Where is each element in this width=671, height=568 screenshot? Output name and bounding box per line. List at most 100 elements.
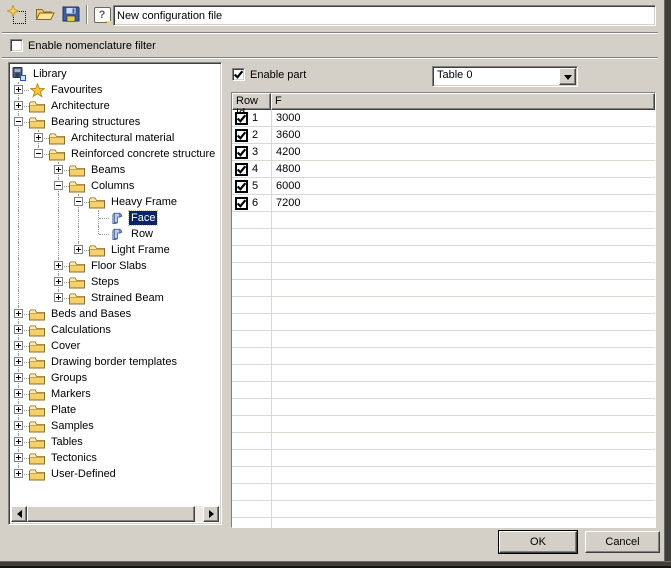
tree-item-label[interactable]: Groups <box>49 371 89 385</box>
expand-plus-icon[interactable] <box>54 293 63 302</box>
tree-item-favourites[interactable]: Favourites <box>9 82 221 98</box>
tree-item-drawing-border-templates[interactable]: Drawing border templates <box>9 354 221 370</box>
expand-plus-icon[interactable] <box>14 309 23 318</box>
tree-item-label[interactable]: Drawing border templates <box>49 355 179 369</box>
tree-item-label[interactable]: Calculations <box>49 323 113 337</box>
tree-item-label[interactable]: Bearing structures <box>49 115 142 129</box>
tree-item-calculations[interactable]: Calculations <box>9 322 221 338</box>
expand-plus-icon[interactable] <box>54 165 63 174</box>
new-file-button[interactable] <box>6 4 28 26</box>
tree-item-label[interactable]: Tables <box>49 435 85 449</box>
scroll-right-button[interactable] <box>203 506 219 522</box>
tree-item-label[interactable]: Beds and Bases <box>49 307 133 321</box>
configuration-name-input[interactable] <box>113 5 656 26</box>
column-header-row-id[interactable]: Row Id <box>232 93 271 110</box>
tree-item-beds-and-bases[interactable]: Beds and Bases <box>9 306 221 322</box>
tree-item-tectonics[interactable]: Tectonics <box>9 450 221 466</box>
scrollbar-track[interactable] <box>195 506 203 522</box>
expand-plus-icon[interactable] <box>54 277 63 286</box>
tree-item-label[interactable]: Favourites <box>49 83 104 97</box>
save-button[interactable] <box>60 4 82 26</box>
tree-item-label[interactable]: Architecture <box>49 99 112 113</box>
tree-item-bearing-structures[interactable]: Bearing structures <box>9 114 221 130</box>
collapse-minus-icon[interactable] <box>34 149 43 158</box>
table-select-dropdown[interactable]: Table 0 <box>432 66 578 87</box>
table-row[interactable]: 13000 <box>232 110 655 127</box>
tree-item-label[interactable]: Light Frame <box>109 243 172 257</box>
help-button[interactable]: ? <box>91 4 113 26</box>
tree-item-label[interactable]: User-Defined <box>49 467 118 481</box>
expand-plus-icon[interactable] <box>14 341 23 350</box>
expand-plus-icon[interactable] <box>14 325 23 334</box>
row-checkbox[interactable] <box>235 146 248 159</box>
tree-item-label[interactable]: Cover <box>49 339 82 353</box>
tree-item-label[interactable]: Beams <box>89 163 127 177</box>
tree-item-tables[interactable]: Tables <box>9 434 221 450</box>
tree-item-architecture[interactable]: Architecture <box>9 98 221 114</box>
tree-item-label[interactable]: Markers <box>49 387 93 401</box>
scroll-left-button[interactable] <box>11 506 27 522</box>
tree-item-label[interactable]: Library <box>31 67 69 81</box>
row-checkbox[interactable] <box>235 112 248 125</box>
expand-plus-icon[interactable] <box>14 421 23 430</box>
table-row[interactable]: 34200 <box>232 144 655 161</box>
open-button[interactable] <box>34 4 56 26</box>
table-row[interactable]: 23600 <box>232 127 655 144</box>
tree-item-label[interactable]: Heavy Frame <box>109 195 179 209</box>
tree-item-columns[interactable]: Columns <box>9 178 221 194</box>
tree-item-groups[interactable]: Groups <box>9 370 221 386</box>
table-row[interactable]: 44800 <box>232 161 655 178</box>
tree-item-label[interactable]: Row <box>129 227 155 241</box>
tree-item-beams[interactable]: Beams <box>9 162 221 178</box>
tree-item-steps[interactable]: Steps <box>9 274 221 290</box>
expand-plus-icon[interactable] <box>14 469 23 478</box>
tree-item-face[interactable]: Face <box>9 210 221 226</box>
tree-item-label[interactable]: Plate <box>49 403 78 417</box>
tree-item-label[interactable]: Tectonics <box>49 451 99 465</box>
collapse-minus-icon[interactable] <box>74 197 83 206</box>
collapse-minus-icon[interactable] <box>54 181 63 190</box>
row-checkbox[interactable] <box>235 163 248 176</box>
tree-item-label[interactable]: Face <box>129 211 157 225</box>
tree-item-samples[interactable]: Samples <box>9 418 221 434</box>
tree-item-label[interactable]: Steps <box>89 275 121 289</box>
column-header-f[interactable]: F <box>271 93 655 110</box>
collapse-minus-icon[interactable] <box>14 117 23 126</box>
tree-horizontal-scrollbar[interactable] <box>11 506 219 522</box>
tree-item-row[interactable]: Row <box>9 226 221 242</box>
tree-item-strained-beam[interactable]: Strained Beam <box>9 290 221 306</box>
expand-plus-icon[interactable] <box>74 245 83 254</box>
table-row[interactable]: 67200 <box>232 195 655 212</box>
expand-plus-icon[interactable] <box>14 373 23 382</box>
tree-item-label[interactable]: Reinforced concrete structure <box>69 147 217 161</box>
expand-plus-icon[interactable] <box>14 101 23 110</box>
tree-item-label[interactable]: Samples <box>49 419 96 433</box>
table-row[interactable]: 56000 <box>232 178 655 195</box>
expand-plus-icon[interactable] <box>34 133 43 142</box>
tree-item-markers[interactable]: Markers <box>9 386 221 402</box>
tree-item-label[interactable]: Floor Slabs <box>89 259 149 273</box>
dropdown-button[interactable] <box>559 68 576 85</box>
row-checkbox[interactable] <box>235 197 248 210</box>
tree-item-plate[interactable]: Plate <box>9 402 221 418</box>
expand-plus-icon[interactable] <box>14 85 23 94</box>
scrollbar-thumb[interactable] <box>27 506 195 522</box>
tree-item-label[interactable]: Strained Beam <box>89 291 166 305</box>
tree-item-heavy-frame[interactable]: Heavy Frame <box>9 194 221 210</box>
row-checkbox[interactable] <box>235 180 248 193</box>
ok-button[interactable]: OK <box>498 530 578 554</box>
tree-item-reinforced-concrete-structure[interactable]: Reinforced concrete structure <box>9 146 221 162</box>
cancel-button[interactable]: Cancel <box>585 531 660 553</box>
tree-item-library[interactable]: Library <box>9 66 221 82</box>
tree-item-architectural-material[interactable]: Architectural material <box>9 130 221 146</box>
tree-item-user-defined[interactable]: User-Defined <box>9 466 221 482</box>
expand-plus-icon[interactable] <box>54 261 63 270</box>
tree-item-floor-slabs[interactable]: Floor Slabs <box>9 258 221 274</box>
tree-item-cover[interactable]: Cover <box>9 338 221 354</box>
tree-item-light-frame[interactable]: Light Frame <box>9 242 221 258</box>
expand-plus-icon[interactable] <box>14 357 23 366</box>
expand-plus-icon[interactable] <box>14 453 23 462</box>
row-checkbox[interactable] <box>235 129 248 142</box>
enable-part-checkbox[interactable] <box>232 68 245 81</box>
tree-item-label[interactable]: Columns <box>89 179 136 193</box>
